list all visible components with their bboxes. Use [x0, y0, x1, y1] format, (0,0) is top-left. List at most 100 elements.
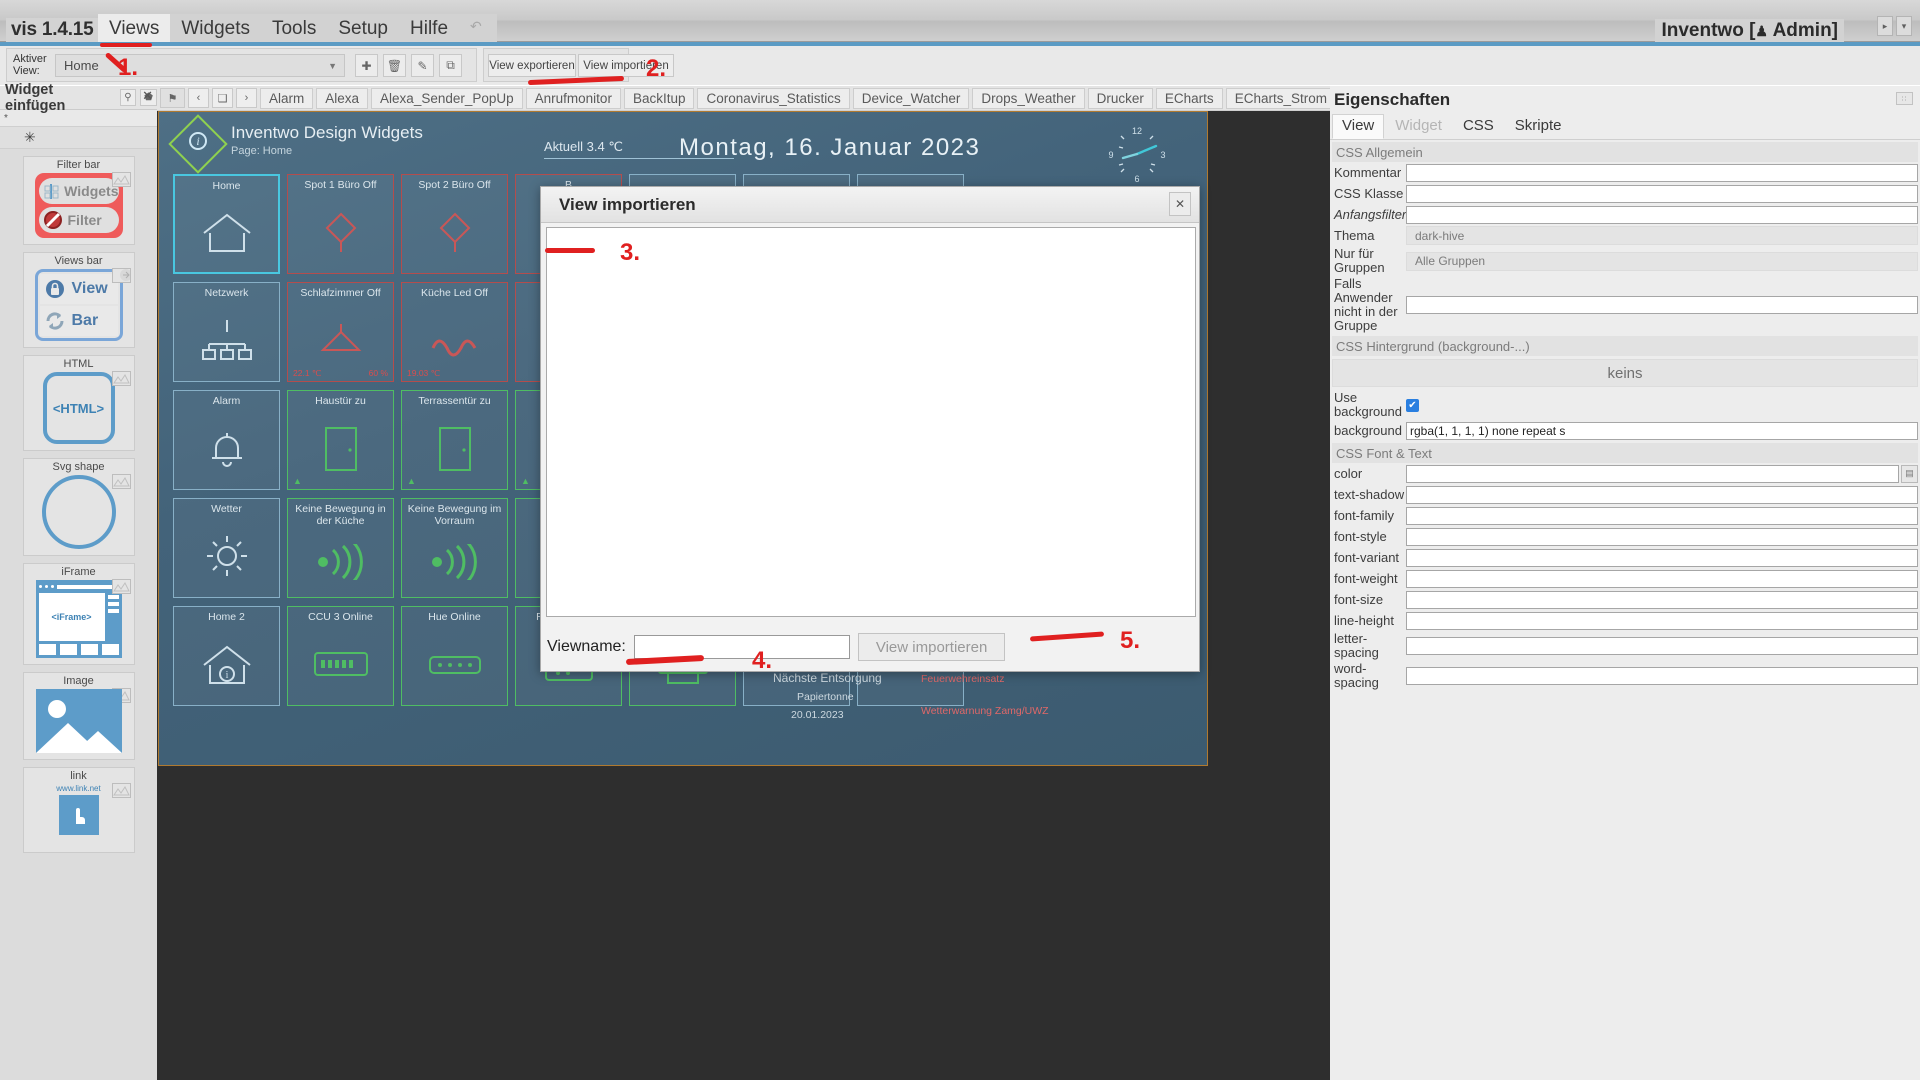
- confirm-import-button[interactable]: View importieren: [857, 633, 1006, 661]
- iframe-tag-label: <iFrame>: [38, 593, 105, 641]
- vis-tile[interactable]: Alarm: [173, 390, 280, 490]
- vis-tile-label: Terrassentür zu: [418, 395, 491, 407]
- active-view-label-line1: Aktiver: [13, 53, 47, 65]
- window-buttons: ▸ ▾: [1877, 16, 1912, 36]
- widget-card-svg-shape[interactable]: Svg shape: [22, 458, 135, 556]
- vis-tile-label: Wetter: [211, 503, 242, 515]
- vis-tile[interactable]: Hue Online: [401, 606, 508, 706]
- widget-card-html[interactable]: HTML <HTML>: [22, 355, 135, 451]
- palette-group-all[interactable]: ✳: [0, 127, 157, 149]
- rename-view-button[interactable]: ✎: [411, 54, 434, 77]
- tab-widget[interactable]: Widget: [1385, 114, 1452, 139]
- view-tab-alarm[interactable]: Alarm: [260, 87, 314, 109]
- search-icon[interactable]: ⚲: [119, 89, 137, 106]
- wifi-icon: ▲: [521, 476, 530, 486]
- link-icon: www.link.net: [40, 784, 118, 846]
- widget-card-link[interactable]: link www.link.net: [22, 767, 135, 853]
- refresh-icon: [45, 312, 64, 330]
- annotation-4-label: 4.: [752, 647, 773, 674]
- vis-tile[interactable]: Keine Bewegung im Vorraum: [401, 498, 508, 598]
- tab-prev-button[interactable]: ‹: [188, 88, 209, 108]
- vis-tile[interactable]: Home 2 i: [173, 606, 280, 706]
- resize-grip-icon[interactable]: ∷: [1896, 92, 1913, 105]
- vis-tile[interactable]: Küche Led Off 19.03 ℃: [401, 282, 508, 382]
- font-family-input[interactable]: [1406, 506, 1918, 525]
- word-spacing-input[interactable]: [1406, 667, 1918, 685]
- font-variant-input[interactable]: [1406, 548, 1918, 567]
- prop-label: color: [1334, 465, 1363, 481]
- view-tab-echarts[interactable]: ECharts: [1155, 87, 1223, 109]
- widget-card-views-bar[interactable]: Views bar View Bar: [22, 252, 135, 348]
- view-tab-alexa-sender-popup[interactable]: Alexa_Sender_PopUp: [371, 87, 523, 109]
- widget-preview-icon: [111, 172, 131, 187]
- properties-panel: Eigenschaften ∷ View Widget CSS Skripte …: [1330, 86, 1920, 1080]
- tab-skripte[interactable]: Skripte: [1504, 114, 1572, 139]
- use-background-checkbox[interactable]: ✔: [1406, 398, 1419, 412]
- prop-label: Kommentar: [1334, 164, 1402, 180]
- widget-preview-icon: [111, 783, 131, 798]
- kommentar-input[interactable]: [1406, 163, 1918, 182]
- vis-tile[interactable]: Wetter: [173, 498, 280, 598]
- view-tab-backitup[interactable]: BackItup: [623, 87, 695, 109]
- close-icon[interactable]: ✕: [142, 88, 153, 104]
- view-tab-anrufmonitor[interactable]: Anrufmonitor: [525, 87, 621, 109]
- font-size-input[interactable]: [1406, 590, 1918, 609]
- tab-bookmark-icon[interactable]: ⚑: [160, 88, 185, 108]
- copy-view-button[interactable]: ⧉: [439, 54, 462, 77]
- tab-css[interactable]: CSS: [1452, 114, 1504, 139]
- anfangsfilter-input[interactable]: [1406, 205, 1918, 224]
- vis-tile[interactable]: Terrassentür zu ▲: [401, 390, 508, 490]
- widget-card-iframe[interactable]: iFrame <iFrame>: [22, 563, 135, 665]
- thema-select[interactable]: dark-hive: [1406, 226, 1918, 245]
- vis-tile[interactable]: Netzwerk: [173, 282, 280, 382]
- import-json-textarea[interactable]: [546, 227, 1196, 617]
- expand-down-button[interactable]: ▾: [1896, 16, 1912, 36]
- nur-fuer-gruppen-select[interactable]: Alle Gruppen: [1406, 251, 1918, 271]
- vis-tile[interactable]: Spot 2 Büro Off: [401, 174, 508, 274]
- vis-tile[interactable]: CCU 3 Online: [287, 606, 394, 706]
- vis-tile[interactable]: Home: [173, 174, 280, 274]
- falls-anwender-input[interactable]: [1406, 296, 1918, 314]
- view-select[interactable]: Home ▼: [55, 54, 345, 77]
- view-tab-device-watcher[interactable]: Device_Watcher: [852, 87, 970, 109]
- add-view-button[interactable]: ✚: [355, 54, 378, 77]
- vis-view-title: Inventwo Design Widgets: [231, 123, 423, 142]
- letter-spacing-input[interactable]: [1406, 637, 1918, 655]
- view-export-button[interactable]: View exportieren: [488, 54, 576, 77]
- views-view-pill: View: [39, 274, 118, 304]
- view-tab-alexa[interactable]: Alexa: [316, 87, 369, 109]
- vis-tile[interactable]: Spot 1 Büro Off: [287, 174, 394, 274]
- vis-tile[interactable]: Keine Bewegung in der Küche: [287, 498, 394, 598]
- view-tab-drops-weather[interactable]: Drops_Weather: [972, 87, 1085, 109]
- font-weight-input[interactable]: [1406, 569, 1918, 588]
- line-height-input[interactable]: [1406, 611, 1918, 630]
- widget-card-filter-bar[interactable]: Filter bar Widgets Filter: [22, 156, 135, 245]
- text-shadow-input[interactable]: [1406, 485, 1918, 504]
- font-style-input[interactable]: [1406, 527, 1918, 546]
- close-icon[interactable]: ✕: [1169, 192, 1191, 216]
- annotation-5-label: 5.: [1120, 627, 1141, 654]
- vis-tile-value-temp: 19.03 ℃: [407, 368, 441, 378]
- background-input[interactable]: [1406, 421, 1918, 440]
- background-none-button[interactable]: keins: [1332, 359, 1918, 387]
- prop-row-use-background: Use background ✔: [1330, 390, 1920, 420]
- vis-date-label: Montag, 16. Januar 2023: [679, 134, 981, 161]
- viewname-input[interactable]: [633, 635, 850, 659]
- tab-copy-button[interactable]: ❑: [212, 88, 233, 108]
- tab-view[interactable]: View: [1332, 114, 1385, 139]
- active-view-label-line2: View:: [13, 65, 40, 77]
- menu-bar: vis 1.4.15 Views Widgets Tools Setup Hil…: [0, 0, 1920, 47]
- expand-right-button[interactable]: ▸: [1877, 16, 1893, 36]
- widget-card-image[interactable]: Image: [22, 672, 135, 760]
- color-input[interactable]: [1406, 464, 1899, 483]
- properties-header: Eigenschaften ∷: [1330, 86, 1920, 114]
- tab-next-button[interactable]: ›: [236, 88, 257, 108]
- view-tab-echarts-strom[interactable]: ECharts_Strom: [1225, 87, 1330, 109]
- color-picker-icon[interactable]: ▤: [1901, 464, 1918, 483]
- view-tab-drucker[interactable]: Drucker: [1087, 87, 1153, 109]
- css-klasse-input[interactable]: [1406, 184, 1918, 203]
- vis-tile[interactable]: Schlafzimmer Off 22.1 ℃ 60 %: [287, 282, 394, 382]
- view-tab-coronavirus-statistics[interactable]: Coronavirus_Statistics: [697, 87, 850, 109]
- vis-tile[interactable]: Haustür zu ▲: [287, 390, 394, 490]
- delete-view-button[interactable]: 🗑: [383, 54, 406, 77]
